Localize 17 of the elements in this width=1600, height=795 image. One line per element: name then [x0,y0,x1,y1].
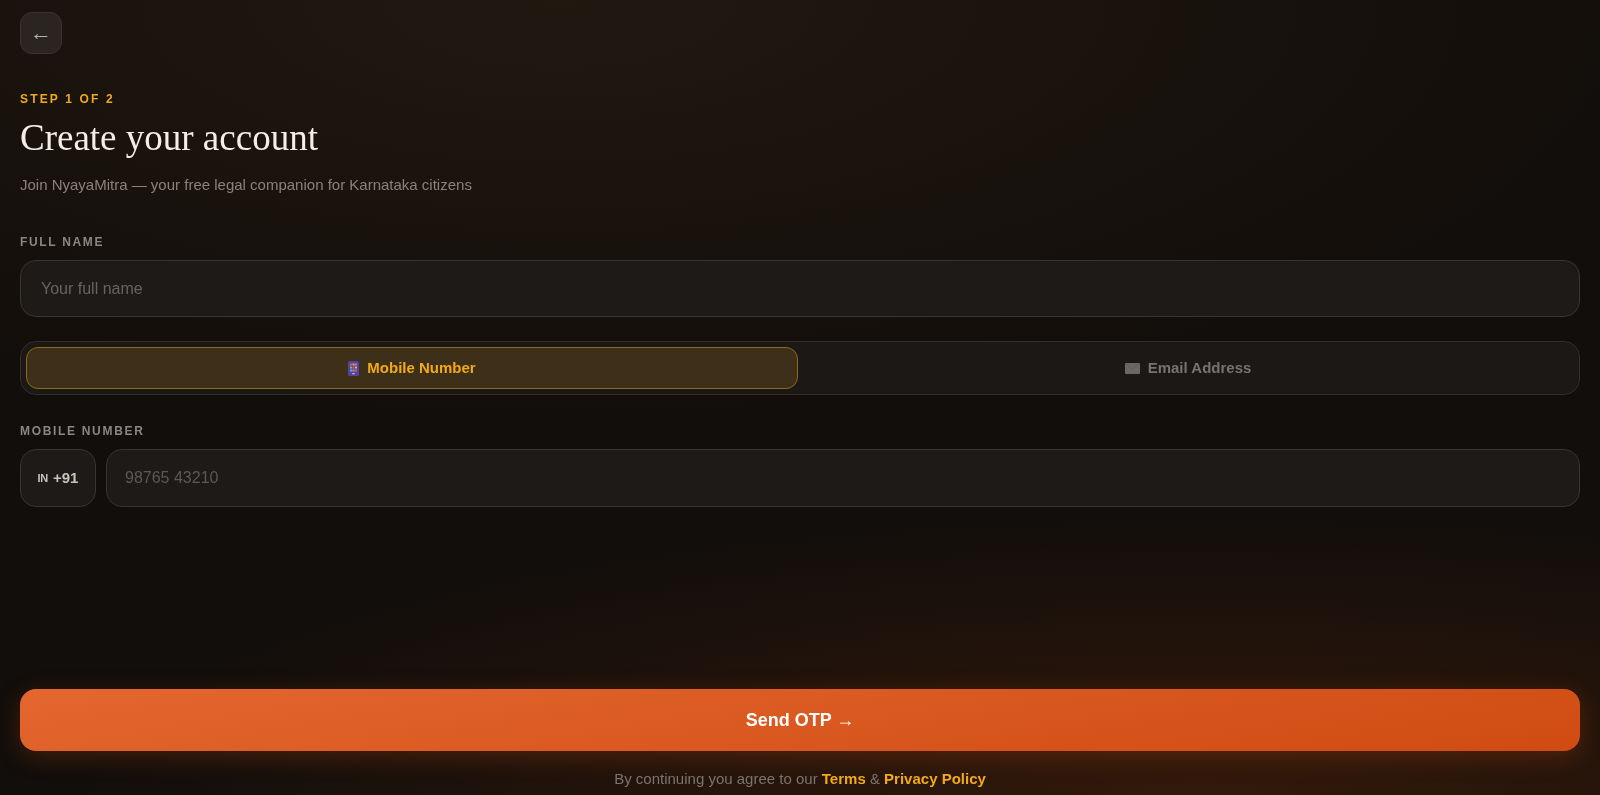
page-title: Create your account [20,116,319,160]
privacy-policy-link[interactable]: Privacy Policy [884,770,986,787]
full-name-field[interactable]: Your full name [20,260,1580,317]
terms-link[interactable]: Terms [821,770,866,787]
send-otp-button[interactable]: Send OTP → [20,689,1580,751]
page-subtitle: Join NyayaMitra — your free legal companion for Karnataka citizens [20,175,473,195]
phone-icon [348,360,360,376]
mobile-number-label: MOBILE NUMBER [20,423,146,439]
envelope-icon [1124,362,1140,374]
full-name-label: FULL NAME [20,234,106,250]
contact-method-tab[interactable]: Email Address [802,347,1574,389]
terms-notice: By continuing you agree to our Terms & Privacy Policy [613,769,987,789]
phone-number-field[interactable]: 98765 43210 [106,449,1580,507]
contact-method-tab[interactable]: Mobile Number [26,347,798,389]
country-code-button[interactable]: IN +91 [20,449,96,507]
step-indicator: STEP 1 OF 2 [20,91,116,107]
back-button[interactable]: ← [20,12,62,54]
